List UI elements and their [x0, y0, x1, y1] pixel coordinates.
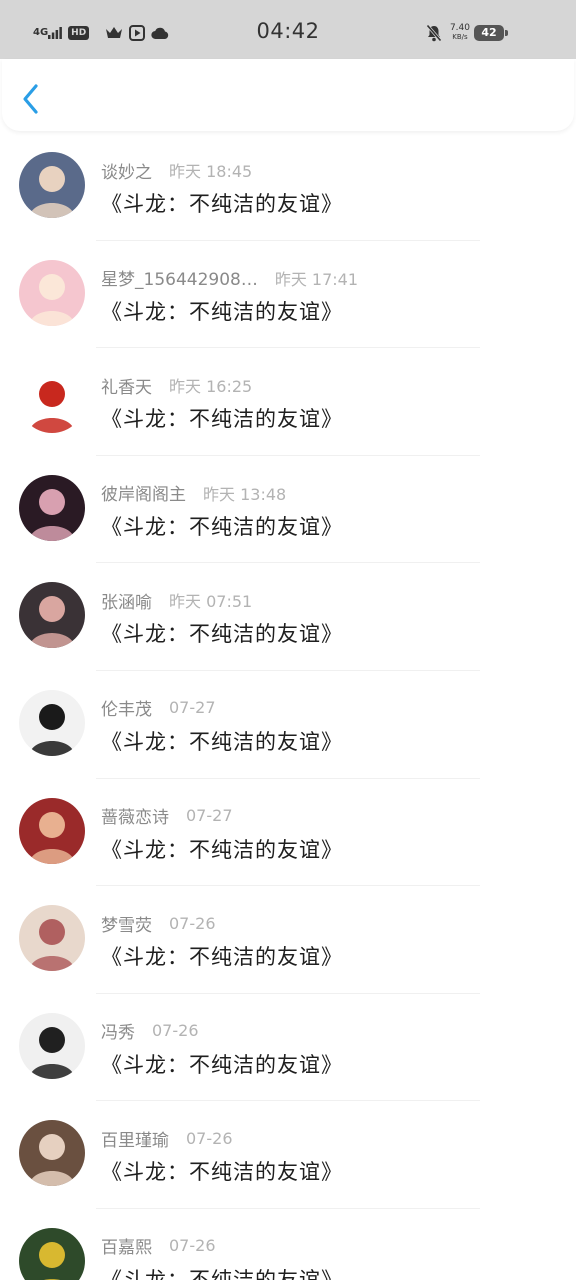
item-meta: 张涵喻 昨天 07:51 [101, 588, 253, 613]
avatar-image [19, 1120, 85, 1187]
avatar[interactable] [19, 259, 85, 326]
battery-icon: 42 [474, 25, 508, 41]
avatar-image [19, 797, 85, 864]
network-speed: 7.40 KB/s [450, 24, 470, 42]
chevron-left-icon [23, 84, 38, 114]
avatar[interactable] [19, 797, 85, 864]
item-message: 《斗龙：不纯洁的友谊》 [101, 837, 343, 862]
item-meta: 谈妙之 昨天 18:45 [101, 158, 253, 183]
battery-level: 42 [481, 26, 497, 39]
list-item[interactable]: 伦丰茂 07-27 《斗龙：不纯洁的友谊》 [0, 671, 576, 779]
item-time: 昨天 18:45 [169, 162, 253, 181]
avatar-image [19, 474, 85, 541]
user-name[interactable]: 谈妙之 [101, 158, 152, 183]
list-item[interactable]: 张涵喻 昨天 07:51 《斗龙：不纯洁的友谊》 [0, 563, 576, 671]
item-meta: 蔷薇恋诗 07-27 [101, 803, 233, 828]
list-item[interactable]: 百里瑾瑜 07-26 《斗龙：不纯洁的友谊》 [0, 1101, 576, 1209]
avatar[interactable] [19, 1012, 85, 1079]
item-time: 07-26 [169, 913, 216, 933]
user-name[interactable]: 伦丰茂 [101, 695, 152, 720]
item-message: 《斗龙：不纯洁的友谊》 [101, 1267, 343, 1280]
avatar-image [19, 582, 85, 649]
item-meta: 百嘉熙 07-26 [101, 1233, 216, 1258]
item-message: 《斗龙：不纯洁的友谊》 [101, 407, 343, 432]
avatar-image [19, 259, 85, 326]
list-item[interactable]: 蔷薇恋诗 07-27 《斗龙：不纯洁的友谊》 [0, 779, 576, 887]
item-meta: 百里瑾瑜 07-26 [101, 1126, 233, 1151]
avatar[interactable] [19, 367, 85, 434]
item-message: 《斗龙：不纯洁的友谊》 [101, 622, 343, 647]
avatar-image [19, 689, 85, 756]
avatar-image [19, 152, 85, 218]
item-message: 《斗龙：不纯洁的友谊》 [101, 514, 343, 539]
item-meta: 礼香天 昨天 16:25 [101, 373, 253, 398]
avatar[interactable] [19, 905, 85, 972]
app-header [2, 59, 574, 131]
list-item[interactable]: 星梦_156442908… 昨天 17:41 《斗龙：不纯洁的友谊》 [0, 241, 576, 349]
item-time: 昨天 16:25 [169, 377, 253, 397]
avatar-image [19, 367, 85, 434]
user-name[interactable]: 百里瑾瑜 [101, 1126, 169, 1151]
item-message: 《斗龙：不纯洁的友谊》 [101, 945, 343, 970]
list-item[interactable]: 冯秀 07-26 《斗龙：不纯洁的友谊》 [0, 994, 576, 1102]
list-item[interactable]: 谈妙之 昨天 18:45 《斗龙：不纯洁的友谊》 [0, 133, 576, 241]
avatar[interactable] [19, 474, 85, 541]
item-time: 07-26 [186, 1128, 233, 1148]
avatar[interactable] [19, 1120, 85, 1187]
avatar-image [19, 1227, 85, 1280]
user-name[interactable]: 礼香天 [101, 373, 152, 398]
list-item[interactable]: 梦雪荧 07-26 《斗龙：不纯洁的友谊》 [0, 886, 576, 994]
user-name[interactable]: 蔷薇恋诗 [101, 803, 169, 828]
message-list: 谈妙之 昨天 18:45 《斗龙：不纯洁的友谊》 星梦_156442908… 昨… [0, 133, 576, 1280]
item-meta: 伦丰茂 07-27 [101, 695, 216, 720]
user-name[interactable]: 张涵喻 [101, 588, 152, 613]
item-time: 07-26 [152, 1021, 199, 1041]
list-item[interactable]: 礼香天 昨天 16:25 《斗龙：不纯洁的友谊》 [0, 348, 576, 456]
mute-bell-icon [426, 24, 442, 42]
item-time: 昨天 13:48 [203, 484, 287, 504]
item-meta: 星梦_156442908… 昨天 17:41 [101, 265, 359, 291]
item-message: 《斗龙：不纯洁的友谊》 [101, 192, 343, 216]
list-item[interactable]: 百嘉熙 07-26 《斗龙：不纯洁的友谊》 [0, 1209, 576, 1280]
item-time: 07-27 [186, 806, 233, 826]
avatar-image [19, 1012, 85, 1079]
user-name[interactable]: 星梦_156442908… [101, 265, 258, 290]
item-time: 07-27 [169, 698, 216, 718]
list-item[interactable]: 彼岸阁阁主 昨天 13:48 《斗龙：不纯洁的友谊》 [0, 456, 576, 564]
item-meta: 彼岸阁阁主 昨天 13:48 [101, 480, 287, 506]
avatar[interactable] [19, 1227, 85, 1280]
item-message: 《斗龙：不纯洁的友谊》 [101, 729, 343, 754]
avatar-image [19, 905, 85, 972]
item-meta: 梦雪荧 07-26 [101, 911, 216, 936]
item-message: 《斗龙：不纯洁的友谊》 [101, 1052, 343, 1077]
user-name[interactable]: 冯秀 [101, 1018, 135, 1043]
item-message: 《斗龙：不纯洁的友谊》 [101, 299, 343, 324]
avatar[interactable] [19, 582, 85, 649]
item-time: 07-26 [169, 1236, 216, 1256]
item-message: 《斗龙：不纯洁的友谊》 [101, 1160, 343, 1185]
user-name[interactable]: 梦雪荧 [101, 911, 152, 936]
user-name[interactable]: 百嘉熙 [101, 1233, 152, 1258]
speed-unit: KB/s [452, 33, 468, 41]
status-bar: 4G HD 04:42 7.40 KB/s 42 [0, 0, 576, 59]
item-time: 昨天 07:51 [169, 592, 253, 612]
item-time: 昨天 17:41 [274, 269, 359, 289]
item-meta: 冯秀 07-26 [101, 1018, 199, 1043]
speed-value: 7.40 [449, 23, 470, 33]
avatar[interactable] [19, 689, 85, 756]
user-name[interactable]: 彼岸阁阁主 [101, 480, 186, 505]
avatar[interactable] [19, 152, 85, 218]
back-button[interactable] [20, 83, 46, 115]
